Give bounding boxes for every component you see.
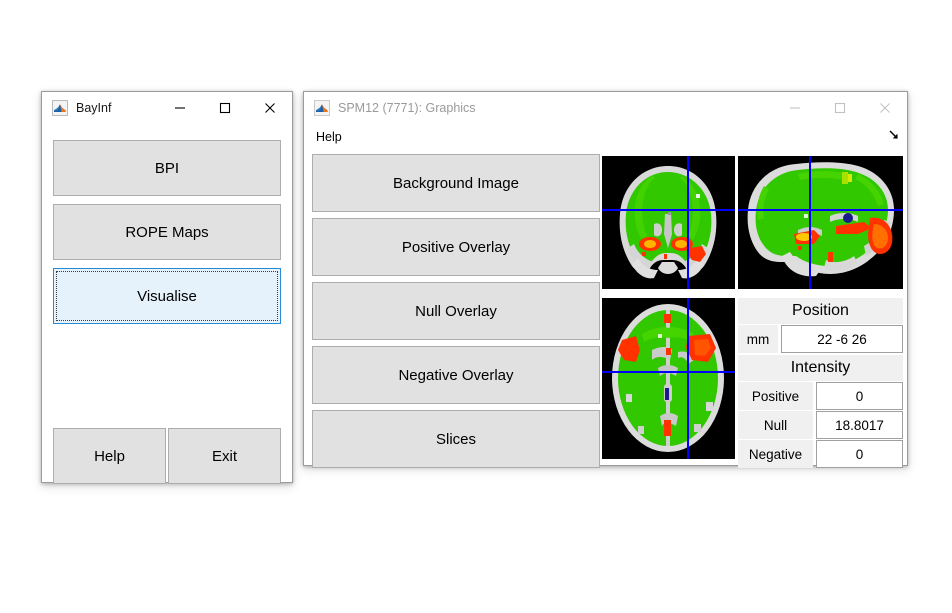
negative-label: Negative <box>738 440 813 468</box>
axial-brain-slice[interactable] <box>602 298 735 459</box>
resize-arrow-icon[interactable] <box>887 128 901 142</box>
spm-titlebar[interactable]: SPM12 (7771): Graphics <box>304 92 907 124</box>
spm-menubar: Help <box>304 124 907 150</box>
maximize-icon[interactable] <box>202 93 247 124</box>
bayinf-window-controls <box>157 92 292 124</box>
coronal-brain-slice[interactable] <box>602 156 735 289</box>
mm-label: mm <box>738 325 778 353</box>
spm-window-controls <box>772 92 907 124</box>
bpi-button[interactable]: BPI <box>53 140 281 196</box>
negative-overlay-button[interactable]: Negative Overlay <box>312 346 600 404</box>
intensity-null-row: Null 18.8017 <box>738 411 903 439</box>
intensity-heading: Intensity <box>738 355 903 381</box>
spm-graphics-window: SPM12 (7771): Graphics Help Background I… <box>303 91 908 468</box>
exit-button[interactable]: Exit <box>168 428 281 484</box>
intensity-negative-row: Negative 0 <box>738 440 903 468</box>
positive-value-field[interactable]: 0 <box>816 382 903 410</box>
maximize-icon[interactable] <box>817 93 862 124</box>
close-icon[interactable] <box>247 93 292 124</box>
position-heading: Position <box>738 298 903 324</box>
sagittal-brain-slice[interactable] <box>738 156 903 289</box>
null-value-field[interactable]: 18.8017 <box>816 411 903 439</box>
position-mm-field[interactable]: 22 -6 26 <box>781 325 903 353</box>
close-icon[interactable] <box>862 93 907 124</box>
positive-overlay-button[interactable]: Positive Overlay <box>312 218 600 276</box>
position-mm-row: mm 22 -6 26 <box>738 325 903 353</box>
bayinf-body: BPI ROPE Maps Visualise Help Exit <box>42 124 292 484</box>
spm-content: Background Image Positive Overlay Null O… <box>304 149 907 468</box>
help-button[interactable]: Help <box>53 428 166 484</box>
bayinf-titlebar[interactable]: BayInf <box>42 92 292 124</box>
null-label: Null <box>738 411 813 439</box>
readout-panel: Position mm 22 -6 26 Intensity Positive … <box>738 298 903 468</box>
bayinf-title: BayInf <box>76 101 112 115</box>
spm-title: SPM12 (7771): Graphics <box>338 101 476 115</box>
visualise-button[interactable]: Visualise <box>53 268 281 324</box>
background-image-button[interactable]: Background Image <box>312 154 600 212</box>
rope-maps-button[interactable]: ROPE Maps <box>53 204 281 260</box>
negative-value-field[interactable]: 0 <box>816 440 903 468</box>
matlab-icon <box>52 100 68 116</box>
bayinf-window: BayInf BPI ROPE Maps Visualise Help Exit <box>41 91 293 484</box>
positive-label: Positive <box>738 382 813 410</box>
minimize-icon[interactable] <box>157 93 202 124</box>
desktop-background: BayInf BPI ROPE Maps Visualise Help Exit <box>0 0 952 613</box>
minimize-icon[interactable] <box>772 93 817 124</box>
intensity-positive-row: Positive 0 <box>738 382 903 410</box>
menu-item-help[interactable]: Help <box>304 125 350 149</box>
null-overlay-button[interactable]: Null Overlay <box>312 282 600 340</box>
matlab-icon <box>314 100 330 116</box>
slices-button[interactable]: Slices <box>312 410 600 468</box>
